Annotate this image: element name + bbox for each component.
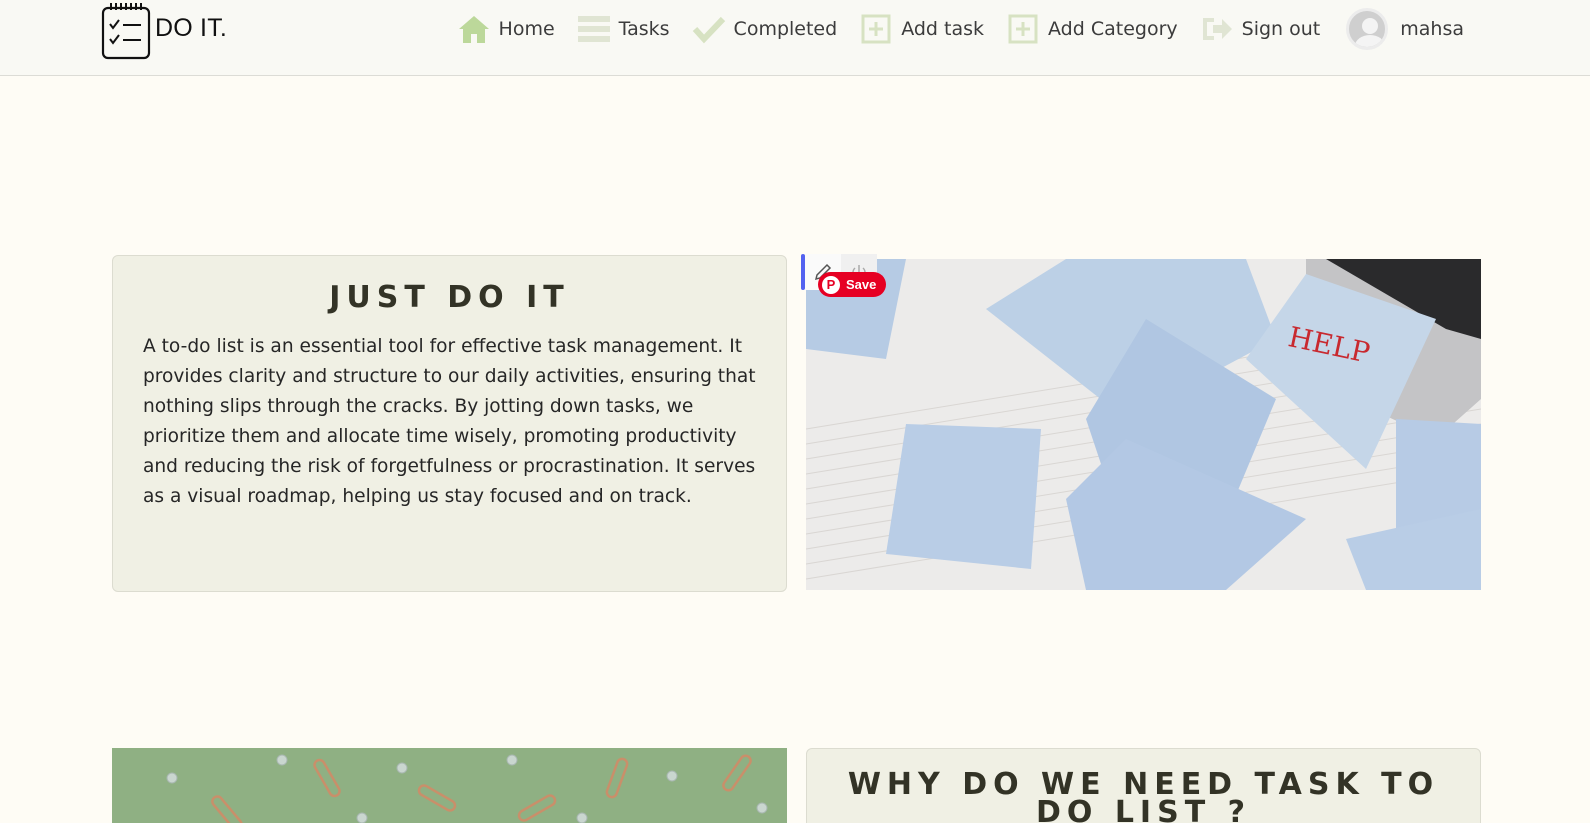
card-title: WHY DO WE NEED TASK TO DO LIST ? <box>847 767 1440 823</box>
sticky-notes-image: HELP <box>806 259 1481 590</box>
paperclips-image <box>112 748 787 823</box>
nav-add-task[interactable]: Add task <box>859 14 984 44</box>
sign-out-icon <box>1200 14 1234 44</box>
why-task-list-card: WHY DO WE NEED TASK TO DO LIST ? <box>806 748 1481 823</box>
nav-add-task-label: Add task <box>901 18 985 40</box>
nav-sign-out-label: Sign out <box>1241 18 1321 40</box>
nav-completed[interactable]: Completed <box>692 14 838 44</box>
nav-tasks[interactable]: Tasks <box>577 14 670 44</box>
card-title: JUST DO IT <box>329 280 570 315</box>
avatar-icon <box>1346 8 1389 50</box>
user-menu[interactable]: mahsa <box>1346 8 1464 50</box>
nav-add-category[interactable]: Add Category <box>1006 14 1178 44</box>
nav-home[interactable]: Home <box>457 14 555 44</box>
top-navbar: DO IT. Home Tasks Completed Add task Add… <box>0 0 1590 76</box>
check-icon <box>692 14 726 44</box>
main-nav: Home Tasks Completed Add task Add Catego… <box>457 0 1464 58</box>
nav-tasks-label: Tasks <box>618 18 670 40</box>
user-name: mahsa <box>1400 18 1464 40</box>
pinterest-save-button[interactable]: P Save <box>818 272 886 297</box>
pinterest-save-label: Save <box>846 277 877 292</box>
nav-home-label: Home <box>498 18 555 40</box>
list-icon <box>577 14 611 44</box>
brand[interactable]: DO IT. <box>101 2 227 60</box>
plus-square-icon <box>1006 14 1040 44</box>
home-icon <box>457 14 491 44</box>
just-do-it-card: JUST DO IT A to-do list is an essential … <box>112 255 787 592</box>
pinterest-icon: P <box>822 275 840 294</box>
plus-square-icon <box>859 14 893 44</box>
brand-name: DO IT. <box>155 13 228 42</box>
card-description: A to-do list is an essential tool for ef… <box>143 336 756 507</box>
nav-add-category-label: Add Category <box>1048 18 1178 40</box>
checklist-logo-icon <box>101 3 151 60</box>
nav-sign-out[interactable]: Sign out <box>1200 14 1321 44</box>
nav-completed-label: Completed <box>733 18 838 40</box>
